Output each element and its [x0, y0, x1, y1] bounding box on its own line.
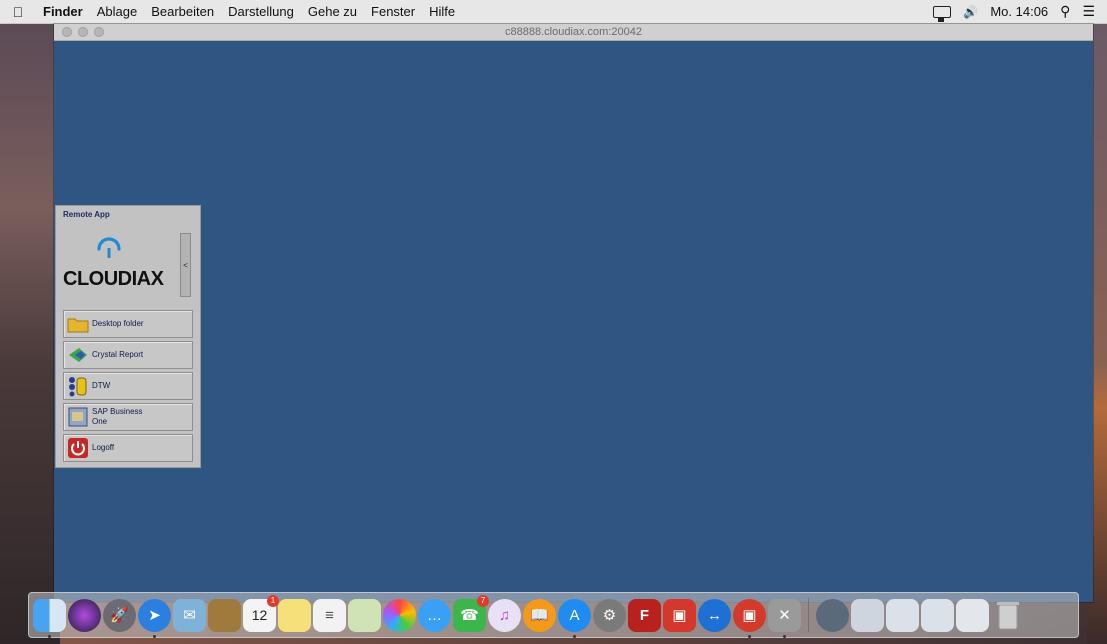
mail-icon[interactable]: ✉: [173, 598, 206, 632]
calendar-icon[interactable]: 12 1: [243, 594, 279, 632]
notes-icon[interactable]: [278, 598, 311, 632]
remote-desktop-icon[interactable]: ▣: [663, 598, 696, 632]
menu-hilfe[interactable]: Hilfe: [422, 4, 462, 19]
cloudiax-logo-icon: [97, 237, 121, 258]
app-store-icon[interactable]: A: [558, 598, 591, 638]
system-preferences-icon[interactable]: ⚙: [593, 598, 626, 632]
menu-gehe-zu[interactable]: Gehe zu: [301, 4, 364, 19]
teamviewer-icon[interactable]: ↔: [698, 598, 731, 632]
siri-icon[interactable]: [68, 598, 101, 632]
remote-app-panel: Remote App CLOUDIAX < Desktop folder Cry…: [55, 205, 201, 468]
menu-ablage[interactable]: Ablage: [90, 4, 144, 19]
menu-finder[interactable]: Finder: [36, 4, 90, 19]
sap-business-one-icon: [67, 406, 89, 428]
itunes-icon[interactable]: ♫: [488, 598, 521, 632]
reminders-icon[interactable]: ≡: [313, 598, 346, 632]
app-label: Desktop folder: [92, 319, 144, 328]
calendar-day: 12: [251, 607, 268, 623]
power-icon: [67, 437, 89, 459]
menu-bearbeiten[interactable]: Bearbeiten: [144, 4, 221, 19]
app-button-sap-business-one[interactable]: SAP Business One: [63, 403, 193, 431]
app-button-dtw[interactable]: DTW: [63, 372, 193, 400]
document-stack-icon-4[interactable]: [956, 598, 989, 632]
grapher-icon[interactable]: ✕: [768, 598, 801, 638]
notification-center-icon[interactable]: ☰: [1082, 3, 1095, 20]
menu-fenster[interactable]: Fenster: [364, 4, 422, 19]
apple-menu-icon[interactable]: : [0, 4, 36, 20]
facetime-badge: 7: [477, 594, 489, 607]
trash-icon[interactable]: [991, 599, 1024, 632]
filezilla-icon[interactable]: F: [628, 598, 661, 632]
messages-icon[interactable]: …: [418, 598, 451, 632]
safari-icon[interactable]: ➤: [138, 598, 171, 638]
crystal-report-icon: [67, 344, 89, 366]
menu-clock[interactable]: Mo. 14:06: [990, 4, 1048, 19]
app-button-crystal-report[interactable]: Crystal Report: [63, 341, 193, 369]
airplay-display-icon[interactable]: [933, 5, 952, 22]
facetime-icon[interactable]: ☎ 7: [453, 594, 489, 632]
spotlight-search-icon[interactable]: ⚲: [1060, 3, 1070, 20]
app-button-desktop-folder[interactable]: Desktop folder: [63, 310, 193, 338]
collapse-panel-button[interactable]: <: [180, 233, 191, 297]
cloudiax-logo-text: CLOUDIAX: [63, 268, 164, 290]
wallpaper-left: [0, 20, 60, 644]
folder-icon: [67, 313, 89, 335]
dtw-icon: [67, 375, 89, 397]
volume-icon[interactable]: 🔊: [963, 5, 978, 19]
launchpad-icon[interactable]: 🚀: [103, 598, 136, 632]
maps-icon[interactable]: [348, 598, 381, 632]
window-title: c88888.cloudiax.com:20042: [505, 26, 642, 38]
dock: 🚀 ➤ ✉ 12 1 ≡ … ☎ 7 ♫ 📖 A ⚙ F ▣ ↔ ▣ ✕: [28, 592, 1079, 638]
remote-desktop-window[interactable]: c88888.cloudiax.com:20042: [54, 24, 1093, 602]
status-area: 🔊 Mo. 14:06 ⚲ ☰: [933, 3, 1107, 22]
app-label: Crystal Report: [92, 350, 144, 359]
app-label: Logoff: [92, 443, 115, 452]
remote-app-icon[interactable]: ▣: [733, 598, 766, 638]
app-button-logoff[interactable]: Logoff: [63, 434, 193, 462]
finder-icon[interactable]: [33, 598, 66, 638]
menu-bar:  Finder Ablage Bearbeiten Darstellung G…: [0, 0, 1107, 24]
menu-darstellung[interactable]: Darstellung: [221, 4, 301, 19]
panel-title: Remote App: [63, 210, 110, 219]
dock-separator: [808, 598, 809, 632]
app-label: DTW: [92, 381, 111, 390]
photos-icon[interactable]: [383, 598, 416, 632]
app-label: SAP Business One: [92, 407, 143, 426]
window-titlebar[interactable]: c88888.cloudiax.com:20042: [54, 24, 1093, 41]
document-stack-icon[interactable]: [851, 598, 884, 632]
chevron-left-icon: <: [183, 260, 188, 270]
document-stack-icon-3[interactable]: [921, 598, 954, 632]
ibooks-icon[interactable]: 📖: [523, 598, 556, 632]
downloads-stack-icon[interactable]: [816, 598, 849, 632]
document-stack-icon-2[interactable]: [886, 598, 919, 632]
contacts-icon[interactable]: [208, 598, 241, 632]
